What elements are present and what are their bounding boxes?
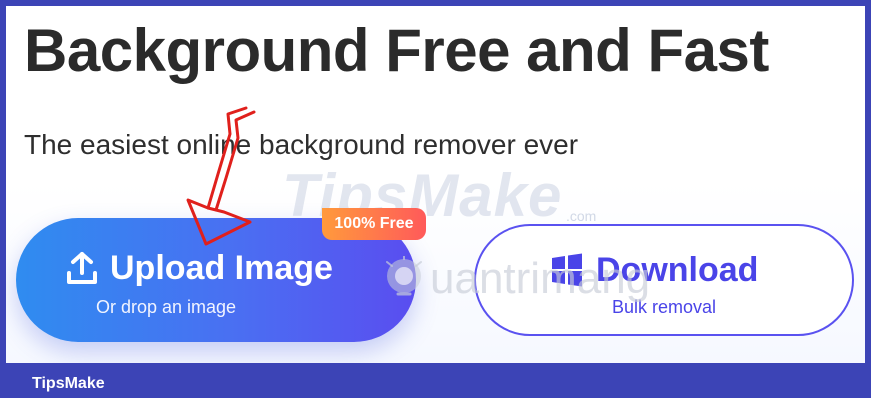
upload-button-sublabel: Or drop an image xyxy=(95,297,237,317)
upload-icon xyxy=(67,252,97,284)
hero-subtitle: The easiest online background remover ev… xyxy=(24,129,579,160)
screenshot-frame: Background Free and Fast The easiest onl… xyxy=(0,0,871,398)
download-button-sublabel: Bulk removal xyxy=(611,297,717,317)
tipsmake-watermark-suffix: .com xyxy=(566,208,597,224)
upload-button-label: Upload Image xyxy=(110,249,333,287)
upload-button-content: Upload Image xyxy=(66,248,333,288)
download-button[interactable]: Download Bulk removal xyxy=(474,224,854,336)
hero-title: Background Free and Fast xyxy=(24,17,769,84)
free-badge: 100% Free xyxy=(322,208,426,240)
footer-bar: TipsMake xyxy=(6,363,865,398)
download-button-label: Download xyxy=(596,251,759,289)
windows-icon xyxy=(552,253,582,287)
footer-brand: TipsMake xyxy=(32,375,105,392)
download-button-content: Download xyxy=(550,250,758,290)
